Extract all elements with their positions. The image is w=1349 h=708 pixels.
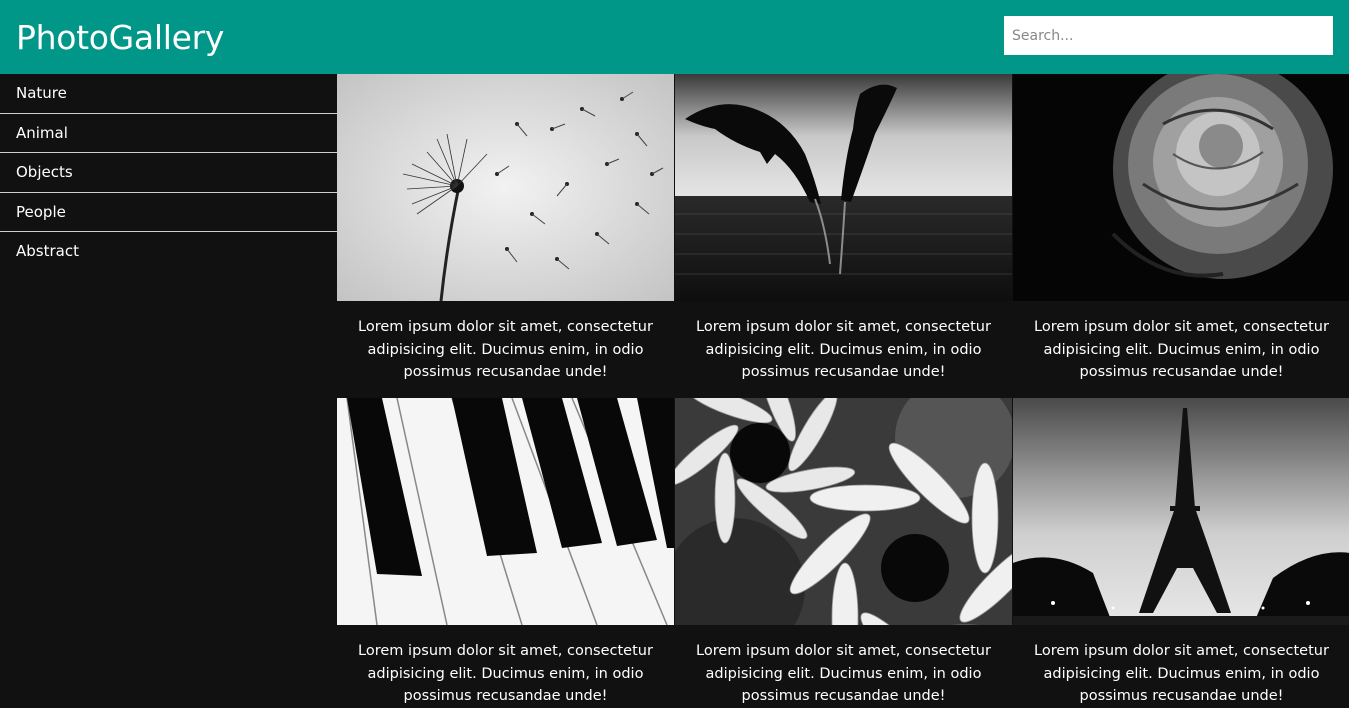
search-input[interactable] (1004, 16, 1333, 55)
photo-grid: Lorem ipsum dolor sit amet, consectetur … (337, 74, 1349, 704)
photo-caption: Lorem ipsum dolor sit amet, consectetur … (358, 643, 653, 704)
photo-caption: Lorem ipsum dolor sit amet, consectetur … (696, 319, 991, 380)
sidebar: Nature Animal Objects People Abstract (0, 74, 337, 667)
photo-caption: Lorem ipsum dolor sit amet, consectetur … (696, 643, 991, 704)
site-logo[interactable]: PhotoGallery (16, 16, 224, 60)
piano-keys-photo[interactable] (337, 398, 674, 625)
daisies-photo[interactable] (675, 398, 1012, 625)
sidebar-item-nature[interactable]: Nature (0, 74, 337, 114)
photo-caption: Lorem ipsum dolor sit amet, consectetur … (1034, 643, 1329, 704)
sidebar-item-people[interactable]: People (0, 193, 337, 232)
photo-card[interactable]: Lorem ipsum dolor sit amet, consectetur … (1013, 74, 1349, 384)
photo-card[interactable]: Lorem ipsum dolor sit amet, consectetur … (1013, 398, 1349, 708)
photo-card[interactable]: Lorem ipsum dolor sit amet, consectetur … (337, 398, 674, 708)
photo-caption: Lorem ipsum dolor sit amet, consectetur … (358, 319, 653, 380)
sidebar-item-objects[interactable]: Objects (0, 153, 337, 193)
dolphins-photo[interactable] (675, 74, 1012, 301)
photo-card[interactable]: Lorem ipsum dolor sit amet, consectetur … (675, 398, 1012, 708)
eiffel-tower-photo[interactable] (1013, 398, 1349, 625)
dandelion-photo[interactable] (337, 74, 674, 301)
rose-photo[interactable] (1013, 74, 1349, 301)
photo-caption: Lorem ipsum dolor sit amet, consectetur … (1034, 319, 1329, 380)
sidebar-item-abstract[interactable]: Abstract (0, 232, 337, 272)
photo-card[interactable]: Lorem ipsum dolor sit amet, consectetur … (337, 74, 674, 384)
header: PhotoGallery (0, 0, 1349, 74)
sidebar-item-animal[interactable]: Animal (0, 114, 337, 153)
photo-card[interactable]: Lorem ipsum dolor sit amet, consectetur … (675, 74, 1012, 384)
